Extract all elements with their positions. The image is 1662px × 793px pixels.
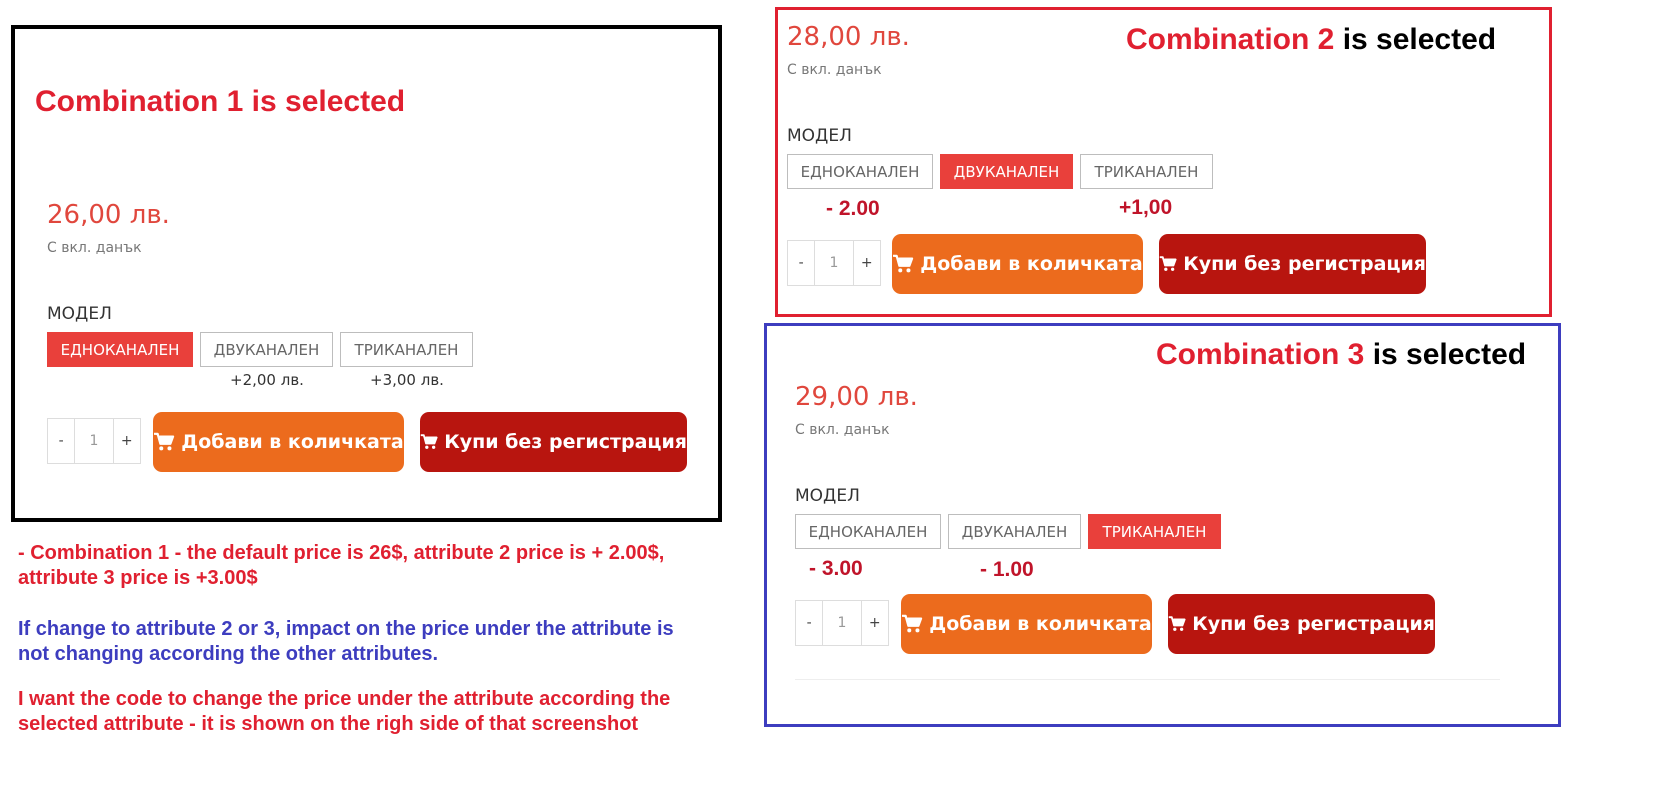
add-to-cart-button[interactable]: Добави в количката (901, 594, 1152, 654)
product-price: 29,00 лв. (795, 382, 918, 412)
option-label: ЕДНОКАНАЛЕН (60, 340, 180, 359)
option-triple-channel[interactable]: ТРИКАНАЛЕН (1080, 154, 1213, 189)
option-single-channel[interactable]: ЕДНОКАНАЛЕН (787, 154, 933, 189)
model-label: МОДЕЛ (47, 304, 112, 324)
option-triple-channel[interactable]: ТРИКАНАЛЕН (1088, 514, 1221, 549)
note-line: selected attribute - it is shown on the … (18, 713, 639, 735)
note-line: If change to attribute 2 or 3, impact on… (18, 618, 674, 640)
shopping-cart-icon (1168, 616, 1186, 631)
add-to-cart-label: Добави в количката (181, 431, 404, 453)
qty-decrement-button[interactable]: - (788, 241, 814, 285)
vat-note: С вкл. данък (47, 240, 142, 256)
shopping-cart-icon (154, 432, 175, 451)
qty-input[interactable]: 1 (814, 241, 854, 285)
product-price: 28,00 лв. (787, 22, 910, 52)
quantity-stepper: - 1 + (795, 600, 889, 646)
heading-combination: Combination 3 (1156, 338, 1365, 371)
option-triple-channel[interactable]: ТРИКАНАЛЕН (340, 332, 473, 367)
option-dual-channel[interactable]: ДВУКАНАЛЕН (948, 514, 1081, 549)
price-impact-dual: +2,00 лв. (230, 371, 304, 389)
shopping-cart-icon (893, 254, 914, 273)
note-line: I want the code to change the price unde… (18, 688, 671, 710)
qty-increment-button[interactable]: + (862, 601, 888, 645)
option-label: ДВУКАНАЛЕН (961, 522, 1068, 541)
option-label: ЕДНОКАНАЛЕН (800, 162, 920, 181)
qty-decrement-button[interactable]: - (48, 419, 74, 463)
add-to-cart-button[interactable]: Добави в количката (892, 234, 1143, 294)
buy-button-label: Купи без регистрация (444, 431, 687, 453)
panel-1-heading: Combination 1 is selected (35, 85, 406, 118)
qty-increment-button[interactable]: + (114, 419, 140, 463)
add-to-cart-button[interactable]: Добави в количката (153, 412, 404, 472)
note-line: - Combination 1 - the default price is 2… (18, 542, 665, 564)
quantity-stepper: - 1 + (787, 240, 881, 286)
option-single-channel[interactable]: ЕДНОКАНАЛЕН (795, 514, 941, 549)
quantity-stepper: - 1 + (47, 418, 141, 464)
price-impact-dual: - 1.00 (980, 558, 1034, 581)
panel-2-heading: Combination 2 is selected (1126, 23, 1496, 57)
note-line: attribute 3 price is +3.00$ (18, 567, 258, 589)
note-line: not changing according the other attribu… (18, 643, 439, 665)
buy-without-registration-button[interactable]: Купи без регистрация (420, 412, 687, 472)
option-label: ЕДНОКАНАЛЕН (808, 522, 928, 541)
heading-rest: is selected (1372, 338, 1527, 371)
option-single-channel[interactable]: ЕДНОКАНАЛЕН (47, 332, 193, 367)
panel-3-heading: Combination 3 is selected (1156, 338, 1526, 372)
model-label: МОДЕЛ (795, 486, 860, 506)
option-label: ТРИКАНАЛЕН (1094, 162, 1199, 181)
price-impact-single: - 2.00 (826, 197, 880, 220)
qty-input[interactable]: 1 (822, 601, 862, 645)
model-label: МОДЕЛ (787, 126, 852, 146)
option-label: ДВУКАНАЛЕН (213, 340, 320, 359)
note-combination-1: - Combination 1 - the default price is 2… (18, 541, 664, 591)
note-request: I want the code to change the price unde… (18, 687, 670, 737)
option-label: ДВУКАНАЛЕН (953, 162, 1060, 181)
product-price: 26,00 лв. (47, 200, 170, 230)
qty-increment-button[interactable]: + (854, 241, 880, 285)
vat-note: С вкл. данък (787, 62, 882, 78)
buy-without-registration-button[interactable]: Купи без регистрация (1168, 594, 1435, 654)
option-dual-channel[interactable]: ДВУКАНАЛЕН (940, 154, 1073, 189)
qty-decrement-button[interactable]: - (796, 601, 822, 645)
note-problem: If change to attribute 2 or 3, impact on… (18, 617, 674, 667)
option-label: ТРИКАНАЛЕН (354, 340, 459, 359)
option-dual-channel[interactable]: ДВУКАНАЛЕН (200, 332, 333, 367)
add-to-cart-label: Добави в количката (920, 253, 1143, 275)
shopping-cart-icon (420, 434, 438, 449)
shopping-cart-icon (902, 614, 923, 633)
add-to-cart-label: Добави в количката (929, 613, 1152, 635)
vat-note: С вкл. данък (795, 422, 890, 438)
price-impact-triple: +1,00 (1119, 196, 1173, 219)
buy-without-registration-button[interactable]: Купи без регистрация (1159, 234, 1426, 294)
option-label: ТРИКАНАЛЕН (1102, 522, 1207, 541)
buy-button-label: Купи без регистрация (1183, 253, 1426, 275)
price-impact-single: - 3.00 (809, 557, 863, 580)
divider (795, 679, 1500, 680)
price-impact-triple: +3,00 лв. (370, 371, 444, 389)
heading-combination: Combination 2 (1126, 23, 1335, 56)
qty-input[interactable]: 1 (74, 419, 114, 463)
heading-rest: is selected (1342, 23, 1497, 56)
shopping-cart-icon (1159, 256, 1177, 271)
buy-button-label: Купи без регистрация (1192, 613, 1435, 635)
